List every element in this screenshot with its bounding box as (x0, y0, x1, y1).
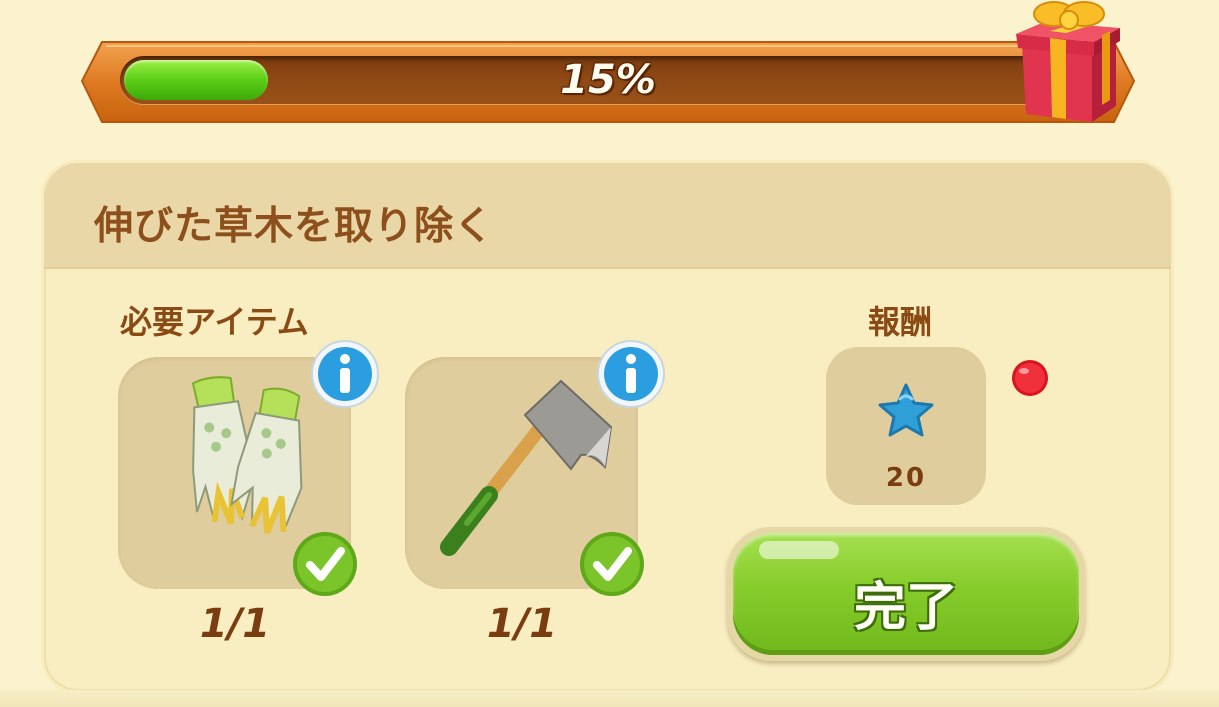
gift-box-icon[interactable] (1012, 0, 1122, 129)
task-title: 伸びた草木を取り除く (94, 204, 495, 249)
bottom-strip (0, 690, 1219, 707)
item-count-gloves: 1/1 (199, 601, 271, 647)
progress-bar: 15% (80, 36, 1136, 126)
info-icon[interactable] (310, 339, 380, 413)
complete-button-shine (759, 541, 839, 559)
check-icon (579, 531, 645, 601)
complete-button-face: 完了 (733, 533, 1079, 655)
complete-button[interactable]: 完了 (727, 527, 1085, 661)
complete-button-label: 完了 (853, 578, 958, 638)
check-icon (292, 531, 358, 601)
reward-label: 報酬 (868, 303, 933, 341)
task-header: 伸びた草木を取り除く (44, 163, 1171, 269)
notification-dot-icon (1010, 358, 1050, 402)
required-items-label: 必要アイテム (120, 303, 309, 341)
reward-value: 20 (885, 463, 927, 493)
info-icon[interactable] (596, 339, 666, 413)
task-panel: 伸びた草木を取り除く 必要アイテム 報酬 1/1 1/1 20 完了 (44, 163, 1171, 691)
item-count-axe: 1/1 (486, 601, 558, 647)
progress-percent: 15% (560, 57, 656, 103)
blue-star-icon (878, 383, 934, 437)
